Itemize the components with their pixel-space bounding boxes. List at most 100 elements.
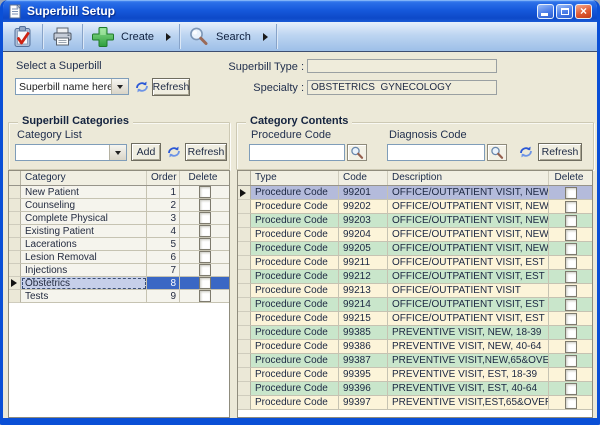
code-cell[interactable]: 99213 xyxy=(339,284,388,298)
type-cell[interactable]: Procedure Code xyxy=(251,200,339,214)
code-cell[interactable]: 99205 xyxy=(339,242,388,256)
delete-checkbox[interactable] xyxy=(199,186,211,198)
procedure-row[interactable]: Procedure Code 99203 OFFICE/OUTPATIENT V… xyxy=(238,214,592,228)
code-cell[interactable]: 99395 xyxy=(339,368,388,382)
category-cell[interactable]: Counseling xyxy=(21,199,147,212)
code-cell[interactable]: 99385 xyxy=(339,326,388,340)
add-category-button[interactable]: Add xyxy=(131,143,161,161)
row-selector[interactable] xyxy=(238,354,251,368)
code-cell[interactable]: 99397 xyxy=(339,396,388,410)
order-cell[interactable]: 9 xyxy=(147,290,180,303)
create-button[interactable]: Create xyxy=(83,22,179,51)
delete-checkbox[interactable] xyxy=(199,290,211,302)
row-selector[interactable] xyxy=(238,242,251,256)
row-selector[interactable] xyxy=(238,326,251,340)
row-selector[interactable] xyxy=(238,312,251,326)
description-cell[interactable]: OFFICE/OUTPATIENT VISIT, EST xyxy=(388,298,549,312)
row-selector[interactable] xyxy=(238,284,251,298)
description-cell[interactable]: OFFICE/OUTPATIENT VISIT, EST xyxy=(388,256,549,270)
code-cell[interactable]: 99387 xyxy=(339,354,388,368)
description-cell[interactable]: PREVENTIVE VISIT,NEW,65&OVER xyxy=(388,354,549,368)
procedure-row[interactable]: Procedure Code 99211 OFFICE/OUTPATIENT V… xyxy=(238,256,592,270)
row-selector[interactable] xyxy=(9,225,21,238)
code-cell[interactable]: 99202 xyxy=(339,200,388,214)
type-cell[interactable]: Procedure Code xyxy=(251,270,339,284)
delete-checkbox[interactable] xyxy=(199,212,211,224)
diagnosis-search-button[interactable] xyxy=(487,144,507,161)
delete-checkbox[interactable] xyxy=(199,251,211,263)
procedure-row[interactable]: Procedure Code 99215 OFFICE/OUTPATIENT V… xyxy=(238,312,592,326)
row-selector[interactable] xyxy=(238,186,251,200)
description-cell[interactable]: OFFICE/OUTPATIENT VISIT, NEW xyxy=(388,186,549,200)
type-cell[interactable]: Procedure Code xyxy=(251,242,339,256)
description-cell[interactable]: OFFICE/OUTPATIENT VISIT, NEW xyxy=(388,242,549,256)
category-row[interactable]: Counseling 2 xyxy=(9,199,229,212)
description-cell[interactable]: PREVENTIVE VISIT,EST,65&OVER xyxy=(388,396,549,410)
order-cell[interactable]: 5 xyxy=(147,238,180,251)
delete-checkbox[interactable] xyxy=(199,238,211,250)
description-cell[interactable]: OFFICE/OUTPATIENT VISIT, EST xyxy=(388,270,549,284)
procedure-row[interactable]: Procedure Code 99205 OFFICE/OUTPATIENT V… xyxy=(238,242,592,256)
category-cell[interactable]: Lacerations xyxy=(21,238,147,251)
type-cell[interactable]: Procedure Code xyxy=(251,214,339,228)
delete-checkbox[interactable] xyxy=(565,397,577,409)
delete-checkbox[interactable] xyxy=(565,341,577,353)
row-selector[interactable] xyxy=(9,251,21,264)
type-cell[interactable]: Procedure Code xyxy=(251,396,339,410)
description-cell[interactable]: OFFICE/OUTPATIENT VISIT, NEW xyxy=(388,214,549,228)
procedure-row[interactable]: Procedure Code 99397 PREVENTIVE VISIT,ES… xyxy=(238,396,592,410)
code-cell[interactable]: 99396 xyxy=(339,382,388,396)
type-cell[interactable]: Procedure Code xyxy=(251,354,339,368)
order-cell[interactable]: 6 xyxy=(147,251,180,264)
row-selector[interactable] xyxy=(238,340,251,354)
code-cell[interactable]: 99211 xyxy=(339,256,388,270)
type-cell[interactable]: Procedure Code xyxy=(251,256,339,270)
order-cell[interactable]: 7 xyxy=(147,264,180,277)
code-cell[interactable]: 99386 xyxy=(339,340,388,354)
delete-checkbox[interactable] xyxy=(565,229,577,241)
superbill-dropdown[interactable]: Superbill name here... xyxy=(15,78,129,95)
procedure-row[interactable]: Procedure Code 99212 OFFICE/OUTPATIENT V… xyxy=(238,270,592,284)
category-cell[interactable]: Injections xyxy=(21,264,147,277)
description-cell[interactable]: PREVENTIVE VISIT, EST, 18-39 xyxy=(388,368,549,382)
row-selector[interactable] xyxy=(238,214,251,228)
category-row[interactable]: New Patient 1 xyxy=(9,186,229,199)
delete-checkbox[interactable] xyxy=(565,187,577,199)
type-cell[interactable]: Procedure Code xyxy=(251,298,339,312)
maximize-button[interactable] xyxy=(556,4,573,19)
procedure-row[interactable]: Procedure Code 99387 PREVENTIVE VISIT,NE… xyxy=(238,354,592,368)
delete-checkbox[interactable] xyxy=(565,271,577,283)
description-cell[interactable]: OFFICE/OUTPATIENT VISIT, NEW xyxy=(388,200,549,214)
diagnosis-code-input[interactable] xyxy=(387,144,485,161)
minimize-button[interactable] xyxy=(537,4,554,19)
row-selector[interactable] xyxy=(238,368,251,382)
type-cell[interactable]: Procedure Code xyxy=(251,284,339,298)
procedure-row[interactable]: Procedure Code 99395 PREVENTIVE VISIT, E… xyxy=(238,368,592,382)
procedure-row[interactable]: Procedure Code 99385 PREVENTIVE VISIT, N… xyxy=(238,326,592,340)
procedure-row[interactable]: Procedure Code 99201 OFFICE/OUTPATIENT V… xyxy=(238,186,592,200)
row-selector[interactable] xyxy=(238,396,251,410)
type-cell[interactable]: Procedure Code xyxy=(251,326,339,340)
type-cell[interactable]: Procedure Code xyxy=(251,228,339,242)
row-selector[interactable] xyxy=(238,200,251,214)
contents-refresh-button[interactable]: Refresh xyxy=(538,143,582,161)
column-header-order[interactable]: Order xyxy=(147,171,180,185)
description-cell[interactable]: PREVENTIVE VISIT, NEW, 18-39 xyxy=(388,326,549,340)
delete-checkbox[interactable] xyxy=(565,243,577,255)
category-row[interactable]: Injections 7 xyxy=(9,264,229,277)
code-cell[interactable]: 99214 xyxy=(339,298,388,312)
column-header-delete[interactable]: Delete xyxy=(180,171,229,185)
row-selector[interactable] xyxy=(9,290,21,303)
delete-checkbox[interactable] xyxy=(199,225,211,237)
dropdown-arrow-button[interactable] xyxy=(111,79,128,94)
procedure-row[interactable]: Procedure Code 99213 OFFICE/OUTPATIENT V… xyxy=(238,284,592,298)
type-cell[interactable]: Procedure Code xyxy=(251,382,339,396)
type-cell[interactable]: Procedure Code xyxy=(251,186,339,200)
delete-checkbox[interactable] xyxy=(565,257,577,269)
category-cell[interactable]: Tests xyxy=(21,290,147,303)
delete-checkbox[interactable] xyxy=(565,201,577,213)
delete-checkbox[interactable] xyxy=(199,264,211,276)
code-cell[interactable]: 99201 xyxy=(339,186,388,200)
category-list-dropdown[interactable] xyxy=(15,144,127,161)
row-selector[interactable] xyxy=(9,238,21,251)
